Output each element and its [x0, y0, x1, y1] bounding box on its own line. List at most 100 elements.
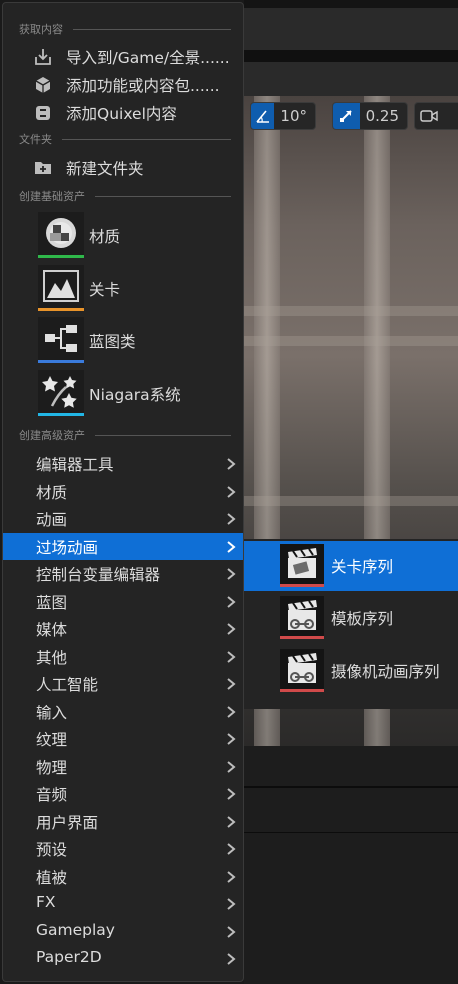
menu-item-label: 添加功能或内容包...... [66, 76, 220, 95]
menu-item-label: 音频 [36, 786, 68, 804]
menu-item-submenu[interactable]: 过场动画 [3, 532, 243, 560]
chevron-right-icon [225, 594, 237, 608]
menu-item-label: 关卡 [89, 281, 121, 299]
chevron-right-icon [225, 924, 237, 938]
chevron-right-icon [225, 841, 237, 855]
editor-top-strip [244, 0, 458, 96]
section-advanced-assets: 创建高级资产 [19, 427, 231, 443]
scale-icon[interactable] [333, 103, 360, 129]
tab-bar [244, 50, 458, 62]
menu-item-label: 物理 [36, 758, 68, 777]
menu-item-submenu[interactable]: 控制台变量编辑器 [3, 560, 243, 587]
chevron-right-icon [225, 786, 237, 800]
chevron-right-icon [225, 649, 237, 663]
quixel-icon [33, 103, 53, 123]
menu-item-new-folder[interactable]: 新建文件夹 [3, 154, 243, 181]
menu-item-submenu[interactable]: 音频 [3, 780, 243, 807]
menu-item-submenu[interactable]: 媒体 [3, 615, 243, 642]
menu-item-blueprint-class[interactable]: 蓝图类 [3, 316, 243, 366]
import-icon [33, 47, 53, 67]
new-folder-icon [33, 158, 53, 178]
menu-item-add-quixel[interactable]: 添加Quixel内容 [3, 99, 243, 126]
menu-item-label: 蓝图类 [89, 333, 136, 351]
menu-item-submenu[interactable]: FX [3, 890, 243, 917]
submenu-item-camera-anim-sequence[interactable]: 摄像机动画序列 [244, 646, 458, 696]
rotation-snap-control[interactable]: 10° [250, 102, 316, 130]
menu-item-submenu[interactable]: 材质 [3, 478, 243, 505]
submenu-item-template-sequence[interactable]: 模板序列 [244, 593, 458, 643]
asset-color-stripe [38, 308, 84, 311]
asset-color-stripe [280, 689, 324, 692]
chevron-right-icon [225, 896, 237, 910]
menu-item-submenu[interactable]: 其他 [3, 643, 243, 670]
panel-divider [244, 786, 458, 788]
menu-item-label: Niagara系统 [89, 386, 181, 404]
scale-snap-value: 0.25 [365, 107, 399, 125]
menu-item-submenu[interactable]: 预设 [3, 835, 243, 862]
section-divider [62, 139, 231, 140]
submenu-item-label: 模板序列 [331, 610, 394, 628]
chevron-right-icon [225, 456, 237, 470]
menu-item-submenu[interactable]: 输入 [3, 698, 243, 725]
menu-item-label: 动画 [36, 511, 68, 529]
menu-item-label: 过场动画 [36, 538, 99, 557]
menu-item-label: 控制台变量编辑器 [36, 566, 161, 584]
menu-item-label: Paper2D [36, 948, 102, 966]
camera-icon[interactable] [415, 103, 443, 129]
section-label: 创建基础资产 [19, 190, 85, 203]
menu-item-submenu[interactable]: 蓝图 [3, 588, 243, 615]
menu-item-label: FX [36, 893, 56, 911]
angle-icon[interactable] [251, 103, 275, 129]
chevron-right-icon [225, 566, 237, 580]
menu-item-label: 导入到/Game/全景...... [66, 48, 230, 67]
menu-item-material[interactable]: 材质 [3, 211, 243, 261]
menu-item-submenu[interactable]: Gameplay [3, 918, 243, 945]
top-bar [244, 0, 458, 8]
menu-item-submenu[interactable]: Paper2D [3, 945, 243, 972]
menu-item-submenu[interactable]: 人工智能 [3, 670, 243, 697]
menu-item-import[interactable]: 导入到/Game/全景...... [3, 43, 243, 70]
level-sequence-icon [280, 544, 324, 584]
menu-item-label: 材质 [36, 483, 68, 502]
section-folder: 文件夹 [19, 131, 231, 147]
menu-item-label: 植被 [36, 868, 68, 887]
chevron-right-icon [225, 951, 237, 965]
chevron-right-icon [225, 869, 237, 883]
level-icon [38, 265, 84, 311]
details-panel [244, 746, 458, 984]
blueprint-icon [38, 317, 84, 363]
section-label: 创建高级资产 [19, 429, 85, 442]
menu-item-submenu[interactable]: 编辑器工具 [3, 450, 243, 477]
menu-item-submenu[interactable]: 物理 [3, 753, 243, 780]
asset-color-stripe [280, 636, 324, 639]
menu-item-submenu[interactable]: 植被 [3, 863, 243, 890]
template-sequence-icon [280, 596, 324, 636]
menu-item-niagara-system[interactable]: Niagara系统 [3, 369, 243, 419]
chevron-right-icon [225, 814, 237, 828]
menu-item-label: 媒体 [36, 621, 68, 639]
menu-item-submenu[interactable]: 用户界面 [3, 808, 243, 835]
asset-color-stripe [38, 255, 84, 258]
chevron-right-icon [225, 484, 237, 498]
viewport-balcony [244, 336, 458, 346]
menu-item-label: Gameplay [36, 920, 115, 939]
submenu-item-level-sequence[interactable]: 关卡序列 [244, 541, 458, 591]
chevron-right-icon [225, 731, 237, 745]
panel-divider [244, 832, 458, 833]
chevron-right-icon [225, 511, 237, 525]
menu-item-label: 用户界面 [36, 813, 99, 832]
section-divider [95, 196, 231, 197]
submenu-item-label: 摄像机动画序列 [331, 663, 440, 681]
menu-item-add-feature-pack[interactable]: 添加功能或内容包...... [3, 71, 243, 98]
menu-item-level[interactable]: 关卡 [3, 264, 243, 314]
asset-color-stripe [38, 413, 84, 416]
menu-item-label: 蓝图 [36, 593, 68, 612]
chevron-right-icon [225, 676, 237, 690]
section-get-content: 获取内容 [19, 21, 231, 37]
camera-speed-control[interactable] [414, 102, 458, 130]
menu-item-submenu[interactable]: 纹理 [3, 725, 243, 752]
menu-item-label: 输入 [36, 703, 68, 722]
scale-snap-control[interactable]: 0.25 [332, 102, 408, 130]
menu-item-submenu[interactable]: 动画 [3, 505, 243, 532]
menu-item-label: 纹理 [36, 731, 68, 749]
